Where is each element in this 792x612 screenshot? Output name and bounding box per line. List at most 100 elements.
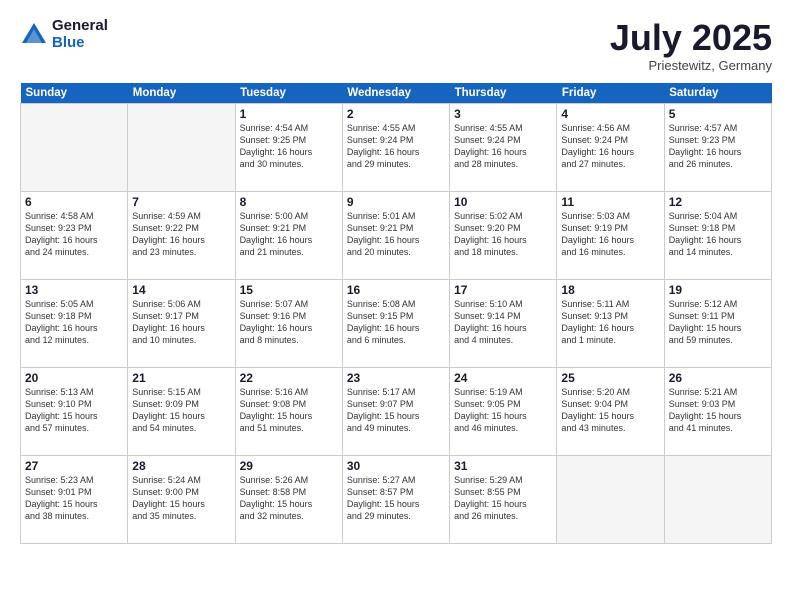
cell-info: Sunrise: 5:19 AM Sunset: 9:05 PM Dayligh… bbox=[454, 386, 552, 435]
cell-info: Sunrise: 5:29 AM Sunset: 8:55 PM Dayligh… bbox=[454, 474, 552, 523]
week-row-3: 13Sunrise: 5:05 AM Sunset: 9:18 PM Dayli… bbox=[21, 279, 772, 367]
day-number: 11 bbox=[561, 195, 659, 209]
cal-cell: 18Sunrise: 5:11 AM Sunset: 9:13 PM Dayli… bbox=[557, 279, 664, 367]
day-number: 29 bbox=[240, 459, 338, 473]
cell-info: Sunrise: 5:08 AM Sunset: 9:15 PM Dayligh… bbox=[347, 298, 445, 347]
cal-cell: 24Sunrise: 5:19 AM Sunset: 9:05 PM Dayli… bbox=[450, 367, 557, 455]
cal-cell: 3Sunrise: 4:55 AM Sunset: 9:24 PM Daylig… bbox=[450, 103, 557, 191]
logo-icon bbox=[20, 21, 48, 49]
cal-cell: 12Sunrise: 5:04 AM Sunset: 9:18 PM Dayli… bbox=[664, 191, 771, 279]
cell-info: Sunrise: 5:03 AM Sunset: 9:19 PM Dayligh… bbox=[561, 210, 659, 259]
day-header-sunday: Sunday bbox=[21, 83, 128, 104]
cal-cell: 27Sunrise: 5:23 AM Sunset: 9:01 PM Dayli… bbox=[21, 455, 128, 543]
cal-cell bbox=[128, 103, 235, 191]
day-number: 9 bbox=[347, 195, 445, 209]
cell-info: Sunrise: 5:07 AM Sunset: 9:16 PM Dayligh… bbox=[240, 298, 338, 347]
cal-cell bbox=[664, 455, 771, 543]
cell-info: Sunrise: 5:27 AM Sunset: 8:57 PM Dayligh… bbox=[347, 474, 445, 523]
cal-cell: 1Sunrise: 4:54 AM Sunset: 9:25 PM Daylig… bbox=[235, 103, 342, 191]
cell-info: Sunrise: 5:16 AM Sunset: 9:08 PM Dayligh… bbox=[240, 386, 338, 435]
cell-info: Sunrise: 5:01 AM Sunset: 9:21 PM Dayligh… bbox=[347, 210, 445, 259]
day-number: 24 bbox=[454, 371, 552, 385]
cal-cell bbox=[557, 455, 664, 543]
logo-general: General bbox=[52, 18, 108, 35]
cal-cell: 13Sunrise: 5:05 AM Sunset: 9:18 PM Dayli… bbox=[21, 279, 128, 367]
cal-cell: 25Sunrise: 5:20 AM Sunset: 9:04 PM Dayli… bbox=[557, 367, 664, 455]
day-number: 14 bbox=[132, 283, 230, 297]
cell-info: Sunrise: 5:13 AM Sunset: 9:10 PM Dayligh… bbox=[25, 386, 123, 435]
cell-info: Sunrise: 5:17 AM Sunset: 9:07 PM Dayligh… bbox=[347, 386, 445, 435]
day-number: 27 bbox=[25, 459, 123, 473]
day-number: 28 bbox=[132, 459, 230, 473]
header-row: SundayMondayTuesdayWednesdayThursdayFrid… bbox=[21, 83, 772, 104]
cell-info: Sunrise: 4:54 AM Sunset: 9:25 PM Dayligh… bbox=[240, 122, 338, 171]
cal-cell: 10Sunrise: 5:02 AM Sunset: 9:20 PM Dayli… bbox=[450, 191, 557, 279]
cell-info: Sunrise: 5:11 AM Sunset: 9:13 PM Dayligh… bbox=[561, 298, 659, 347]
cal-cell: 23Sunrise: 5:17 AM Sunset: 9:07 PM Dayli… bbox=[342, 367, 449, 455]
cell-info: Sunrise: 5:06 AM Sunset: 9:17 PM Dayligh… bbox=[132, 298, 230, 347]
logo-text: General Blue bbox=[52, 18, 108, 51]
cal-cell bbox=[21, 103, 128, 191]
cal-cell: 7Sunrise: 4:59 AM Sunset: 9:22 PM Daylig… bbox=[128, 191, 235, 279]
cell-info: Sunrise: 5:05 AM Sunset: 9:18 PM Dayligh… bbox=[25, 298, 123, 347]
cal-cell: 8Sunrise: 5:00 AM Sunset: 9:21 PM Daylig… bbox=[235, 191, 342, 279]
cell-info: Sunrise: 5:24 AM Sunset: 9:00 PM Dayligh… bbox=[132, 474, 230, 523]
location: Priestewitz, Germany bbox=[610, 58, 772, 73]
day-number: 12 bbox=[669, 195, 767, 209]
cal-cell: 16Sunrise: 5:08 AM Sunset: 9:15 PM Dayli… bbox=[342, 279, 449, 367]
day-number: 2 bbox=[347, 107, 445, 121]
cell-info: Sunrise: 4:56 AM Sunset: 9:24 PM Dayligh… bbox=[561, 122, 659, 171]
cell-info: Sunrise: 5:04 AM Sunset: 9:18 PM Dayligh… bbox=[669, 210, 767, 259]
cal-cell: 15Sunrise: 5:07 AM Sunset: 9:16 PM Dayli… bbox=[235, 279, 342, 367]
day-number: 13 bbox=[25, 283, 123, 297]
day-number: 21 bbox=[132, 371, 230, 385]
day-header-wednesday: Wednesday bbox=[342, 83, 449, 104]
cell-info: Sunrise: 5:21 AM Sunset: 9:03 PM Dayligh… bbox=[669, 386, 767, 435]
cal-cell: 31Sunrise: 5:29 AM Sunset: 8:55 PM Dayli… bbox=[450, 455, 557, 543]
day-number: 26 bbox=[669, 371, 767, 385]
cal-cell: 21Sunrise: 5:15 AM Sunset: 9:09 PM Dayli… bbox=[128, 367, 235, 455]
day-number: 16 bbox=[347, 283, 445, 297]
day-number: 3 bbox=[454, 107, 552, 121]
cal-cell: 30Sunrise: 5:27 AM Sunset: 8:57 PM Dayli… bbox=[342, 455, 449, 543]
cal-cell: 5Sunrise: 4:57 AM Sunset: 9:23 PM Daylig… bbox=[664, 103, 771, 191]
day-number: 30 bbox=[347, 459, 445, 473]
logo: General Blue bbox=[20, 18, 108, 51]
cal-cell: 17Sunrise: 5:10 AM Sunset: 9:14 PM Dayli… bbox=[450, 279, 557, 367]
cal-cell: 20Sunrise: 5:13 AM Sunset: 9:10 PM Dayli… bbox=[21, 367, 128, 455]
day-number: 19 bbox=[669, 283, 767, 297]
cell-info: Sunrise: 4:55 AM Sunset: 9:24 PM Dayligh… bbox=[454, 122, 552, 171]
cell-info: Sunrise: 4:57 AM Sunset: 9:23 PM Dayligh… bbox=[669, 122, 767, 171]
header: General Blue July 2025 Priestewitz, Germ… bbox=[20, 18, 772, 73]
logo-blue: Blue bbox=[52, 35, 108, 52]
day-header-thursday: Thursday bbox=[450, 83, 557, 104]
cal-cell: 6Sunrise: 4:58 AM Sunset: 9:23 PM Daylig… bbox=[21, 191, 128, 279]
day-number: 20 bbox=[25, 371, 123, 385]
week-row-5: 27Sunrise: 5:23 AM Sunset: 9:01 PM Dayli… bbox=[21, 455, 772, 543]
week-row-4: 20Sunrise: 5:13 AM Sunset: 9:10 PM Dayli… bbox=[21, 367, 772, 455]
cal-cell: 2Sunrise: 4:55 AM Sunset: 9:24 PM Daylig… bbox=[342, 103, 449, 191]
cal-cell: 19Sunrise: 5:12 AM Sunset: 9:11 PM Dayli… bbox=[664, 279, 771, 367]
day-number: 17 bbox=[454, 283, 552, 297]
day-number: 5 bbox=[669, 107, 767, 121]
day-number: 15 bbox=[240, 283, 338, 297]
month-title: July 2025 bbox=[610, 18, 772, 58]
day-number: 4 bbox=[561, 107, 659, 121]
page: General Blue July 2025 Priestewitz, Germ… bbox=[0, 0, 792, 612]
day-number: 22 bbox=[240, 371, 338, 385]
day-number: 8 bbox=[240, 195, 338, 209]
day-header-friday: Friday bbox=[557, 83, 664, 104]
day-number: 18 bbox=[561, 283, 659, 297]
day-header-tuesday: Tuesday bbox=[235, 83, 342, 104]
calendar-table: SundayMondayTuesdayWednesdayThursdayFrid… bbox=[20, 83, 772, 544]
cell-info: Sunrise: 5:26 AM Sunset: 8:58 PM Dayligh… bbox=[240, 474, 338, 523]
cell-info: Sunrise: 5:20 AM Sunset: 9:04 PM Dayligh… bbox=[561, 386, 659, 435]
cal-cell: 29Sunrise: 5:26 AM Sunset: 8:58 PM Dayli… bbox=[235, 455, 342, 543]
cal-cell: 22Sunrise: 5:16 AM Sunset: 9:08 PM Dayli… bbox=[235, 367, 342, 455]
cal-cell: 11Sunrise: 5:03 AM Sunset: 9:19 PM Dayli… bbox=[557, 191, 664, 279]
cal-cell: 28Sunrise: 5:24 AM Sunset: 9:00 PM Dayli… bbox=[128, 455, 235, 543]
cell-info: Sunrise: 4:58 AM Sunset: 9:23 PM Dayligh… bbox=[25, 210, 123, 259]
day-number: 31 bbox=[454, 459, 552, 473]
cell-info: Sunrise: 5:23 AM Sunset: 9:01 PM Dayligh… bbox=[25, 474, 123, 523]
week-row-2: 6Sunrise: 4:58 AM Sunset: 9:23 PM Daylig… bbox=[21, 191, 772, 279]
